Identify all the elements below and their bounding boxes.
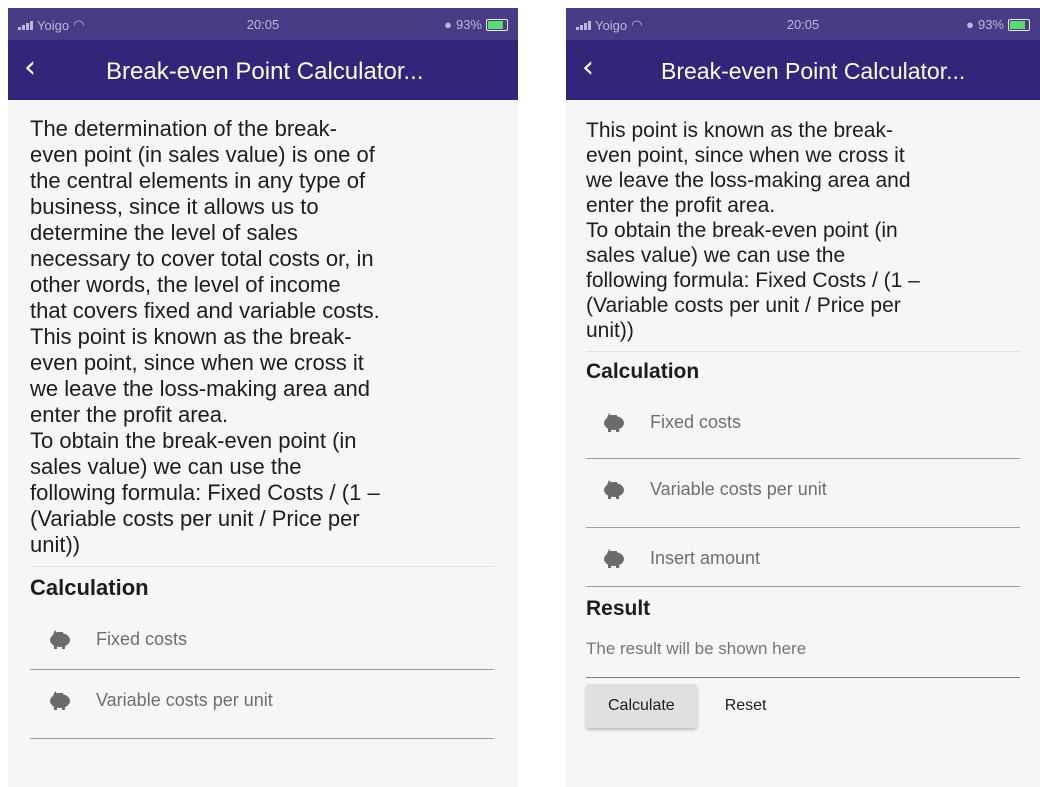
variable-costs-field[interactable]: Variable costs per unit xyxy=(30,670,494,739)
main-content: The determination of the break- even poi… xyxy=(8,100,518,739)
piggy-bank-icon xyxy=(604,480,624,499)
page-title: Break-even Point Calculator... xyxy=(106,58,424,85)
variable-costs-label: Variable costs per unit xyxy=(96,690,273,710)
wifi-icon: ◠ xyxy=(73,17,85,32)
calculation-title: Calculation xyxy=(586,360,700,383)
alarm-icon: ● xyxy=(444,17,452,32)
calculate-button[interactable]: Calculate xyxy=(586,684,697,728)
action-buttons: Calculate Reset xyxy=(586,684,1020,728)
battery-icon xyxy=(1008,18,1030,31)
calculation-title: Calculation xyxy=(30,575,149,600)
insert-amount-label: Insert amount xyxy=(650,548,761,568)
variable-costs-label: Variable costs per unit xyxy=(650,479,827,499)
battery-percent: 93% xyxy=(977,17,1004,32)
carrier-name: Yoigo xyxy=(595,17,628,33)
status-bar: Yoigo ◠ 20:05 ● 93% xyxy=(566,8,1040,40)
right-screen: Yoigo ◠ 20:05 ● 93% ‹ Break-even Point C… xyxy=(566,8,1040,787)
back-chevron-icon[interactable]: ‹ xyxy=(24,50,36,86)
piggy-bank-icon xyxy=(50,630,70,649)
battery-percent: 93% xyxy=(455,17,482,32)
fixed-costs-field[interactable]: Fixed costs xyxy=(30,609,494,670)
page-title: Break-even Point Calculator... xyxy=(661,58,966,84)
app-bar: ‹ Break-even Point Calculator... xyxy=(8,40,518,100)
variable-costs-field[interactable]: Variable costs per unit xyxy=(586,459,1020,528)
piggy-bank-icon xyxy=(604,413,624,432)
divider xyxy=(30,566,494,567)
back-chevron-icon[interactable]: ‹ xyxy=(582,50,594,86)
status-bar: Yoigo ◠ 20:05 ● 93% xyxy=(8,8,518,40)
result-text: The result will be shown here xyxy=(586,629,1020,678)
result-title: Result xyxy=(586,597,651,620)
amount-field[interactable]: Insert amount xyxy=(586,528,1020,587)
app-bar: ‹ Break-even Point Calculator... xyxy=(566,40,1040,100)
fixed-costs-label: Fixed costs xyxy=(96,629,188,649)
battery-icon xyxy=(486,18,508,31)
piggy-bank-icon xyxy=(50,691,70,710)
left-screen: Yoigo ◠ 20:05 ● 93% ‹ Break-even Point C… xyxy=(8,8,518,787)
divider xyxy=(586,351,1020,352)
piggy-bank-icon xyxy=(604,549,624,568)
status-time: 20:05 xyxy=(786,17,820,32)
description-text: The determination of the break- even poi… xyxy=(30,116,380,557)
description-text: This point is known as the break- even p… xyxy=(586,119,920,342)
status-time: 20:05 xyxy=(246,17,280,32)
fixed-costs-label: Fixed costs xyxy=(650,412,742,432)
alarm-icon: ● xyxy=(966,17,974,32)
fixed-costs-field[interactable]: Fixed costs xyxy=(586,392,1020,459)
signal-icon xyxy=(18,20,33,30)
signal-icon xyxy=(576,20,591,30)
main-content: This point is known as the break- even p… xyxy=(566,100,1040,728)
reset-button[interactable]: Reset xyxy=(703,684,789,728)
wifi-icon: ◠ xyxy=(631,17,643,32)
carrier-name: Yoigo xyxy=(37,17,70,33)
